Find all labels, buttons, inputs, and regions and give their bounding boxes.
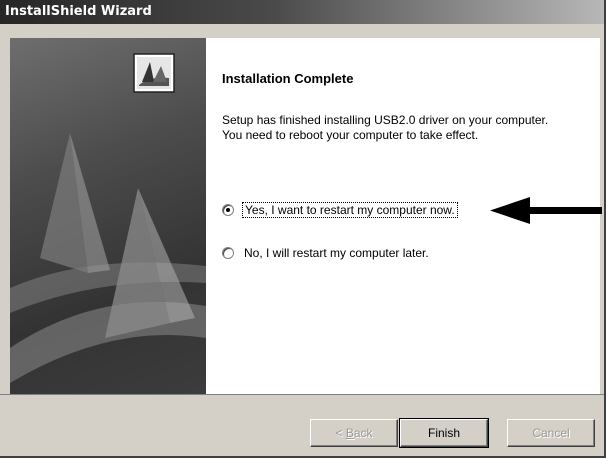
installshield-wizard-window: InstallShield Wizard Installation Comple… — [0, 0, 606, 458]
finish-button[interactable]: Finish — [399, 418, 489, 448]
restart-later-label[interactable]: No, I will restart my computer later. — [242, 246, 431, 260]
message-line: Setup has finished installing USB2.0 dri… — [222, 113, 549, 127]
title-bar: InstallShield Wizard — [0, 0, 604, 24]
window-title: InstallShield Wizard — [5, 4, 152, 19]
restart-now-option[interactable]: Yes, I want to restart my computer now. — [222, 201, 458, 219]
restart-later-radio[interactable] — [222, 247, 234, 259]
restart-later-option[interactable]: No, I will restart my computer later. — [222, 244, 431, 262]
cancel-button[interactable]: Cancel — [507, 419, 595, 447]
page-heading: Installation Complete — [222, 71, 354, 86]
installshield-logo-icon — [133, 53, 175, 93]
restart-now-label[interactable]: Yes, I want to restart my computer now. — [242, 202, 458, 218]
back-button[interactable]: < Back — [310, 419, 398, 447]
restart-now-radio[interactable] — [222, 204, 234, 216]
back-button-prefix: < — [335, 426, 346, 440]
back-button-mnemonic: B — [345, 426, 354, 440]
completion-message: Setup has finished installing USB2.0 dri… — [222, 113, 592, 143]
wizard-banner-image — [10, 38, 206, 394]
banner-graphic — [10, 53, 206, 383]
back-button-label: ack — [353, 426, 373, 440]
arrow-left-icon — [490, 197, 602, 224]
message-line: You need to reboot your computer to take… — [222, 128, 479, 142]
